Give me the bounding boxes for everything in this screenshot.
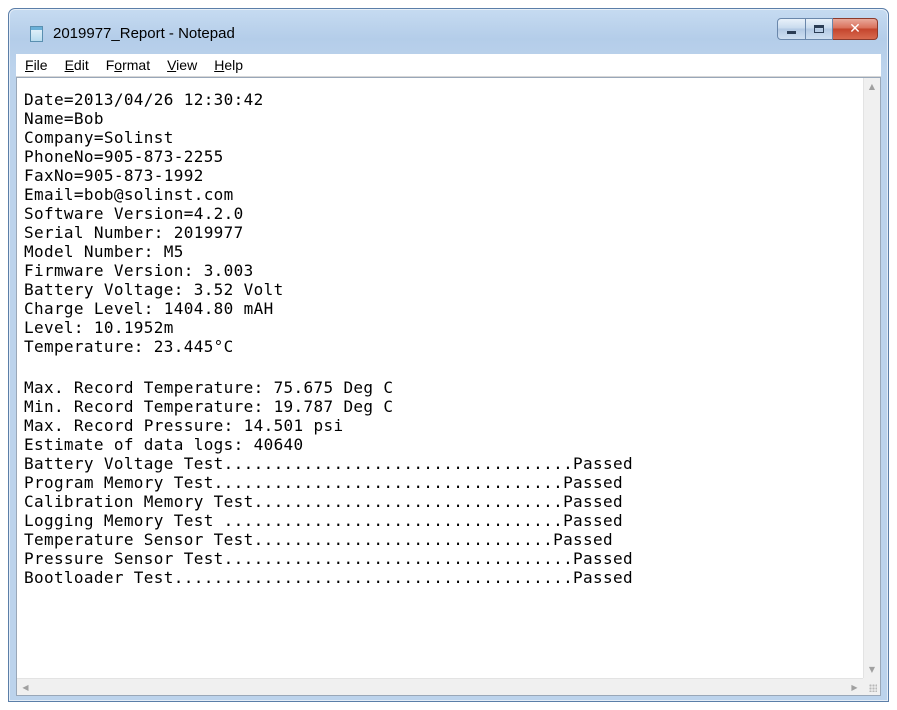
menu-file-accel: F	[25, 57, 34, 73]
document-line: Temperature: 23.445°C	[24, 337, 234, 356]
document-line: Name=Bob	[24, 109, 104, 128]
menu-format[interactable]: Format	[97, 55, 158, 75]
document-text-area[interactable]: Date=2013/04/26 12:30:42 Name=Bob Compan…	[17, 78, 863, 678]
menu-bar: File Edit Format View Help	[16, 54, 881, 77]
document-line: Max. Record Pressure: 14.501 psi	[24, 416, 344, 435]
document-line: Level: 10.1952m	[24, 318, 174, 337]
document-line: Calibration Memory Test.................…	[24, 492, 623, 511]
menu-view-label: iew	[176, 57, 198, 73]
menu-format-label: rmat	[122, 57, 151, 73]
scroll-right-arrow-icon[interactable]: ▶	[846, 679, 863, 695]
document-line: Software Version=4.2.0	[24, 204, 244, 223]
document-line: Pressure Sensor Test....................…	[24, 549, 633, 568]
minimize-button[interactable]	[777, 18, 806, 40]
text-editor[interactable]: Date=2013/04/26 12:30:42 Name=Bob Compan…	[16, 77, 881, 696]
document-line: Temperature Sensor Test.................…	[24, 530, 613, 549]
vertical-scrollbar[interactable]: ▲ ▼	[863, 78, 880, 678]
document-line: Date=2013/04/26 12:30:42	[24, 90, 264, 109]
document-line: Company=Solinst	[24, 128, 174, 147]
minimize-icon	[787, 31, 796, 34]
notepad-app-icon[interactable]	[30, 26, 43, 42]
document-line: Serial Number: 2019977	[24, 223, 244, 242]
menu-format-prefix: F	[105, 57, 115, 73]
notepad-window: 2019977_Report - Notepad ✕ File Edit For…	[8, 8, 889, 702]
document-line: Model Number: M5	[24, 242, 184, 261]
document-line: FaxNo=905-873-1992	[24, 166, 204, 185]
document-line: Battery Voltage Test....................…	[24, 454, 633, 473]
menu-file[interactable]: File	[16, 55, 56, 75]
maximize-icon	[814, 25, 824, 33]
resize-grip-icon[interactable]	[863, 678, 880, 695]
document-line: Bootloader Test.........................…	[24, 568, 633, 587]
document-line: Logging Memory Test ....................…	[24, 511, 623, 530]
menu-help-accel: H	[214, 57, 225, 73]
document-line: Max. Record Temperature: 75.675 Deg C	[24, 378, 394, 397]
document-line: Battery Voltage: 3.52 Volt	[24, 280, 284, 299]
menu-format-accel: o	[114, 57, 123, 73]
document-line: Estimate of data logs: 40640	[24, 435, 304, 454]
scroll-down-arrow-icon[interactable]: ▼	[864, 661, 880, 678]
title-bar[interactable]: 2019977_Report - Notepad ✕	[9, 9, 888, 53]
document-line: Firmware Version: 3.003	[24, 261, 254, 280]
scroll-up-arrow-icon[interactable]: ▲	[864, 78, 880, 95]
menu-help[interactable]: Help	[205, 55, 251, 75]
menu-view-accel: V	[167, 57, 177, 73]
menu-edit-accel: E	[64, 57, 74, 73]
document-line: Min. Record Temperature: 19.787 Deg C	[24, 397, 394, 416]
scroll-left-arrow-icon[interactable]: ◀	[17, 679, 34, 695]
caption-buttons: ✕	[777, 18, 878, 40]
menu-file-label: ile	[33, 57, 48, 73]
document-line: Charge Level: 1404.80 mAH	[24, 299, 274, 318]
document-line: Email=bob@solinst.com	[24, 185, 234, 204]
document-line: Program Memory Test.....................…	[24, 473, 623, 492]
horizontal-scrollbar[interactable]: ◀ ▶	[17, 678, 863, 695]
menu-edit-label: dit	[73, 57, 89, 73]
menu-edit[interactable]: Edit	[56, 55, 97, 75]
close-button[interactable]: ✕	[833, 18, 878, 40]
window-title: 2019977_Report - Notepad	[53, 25, 235, 42]
menu-help-label: elp	[224, 57, 243, 73]
document-line: PhoneNo=905-873-2255	[24, 147, 224, 166]
menu-view[interactable]: View	[158, 55, 205, 75]
maximize-button[interactable]	[806, 18, 833, 40]
close-icon: ✕	[849, 21, 861, 37]
